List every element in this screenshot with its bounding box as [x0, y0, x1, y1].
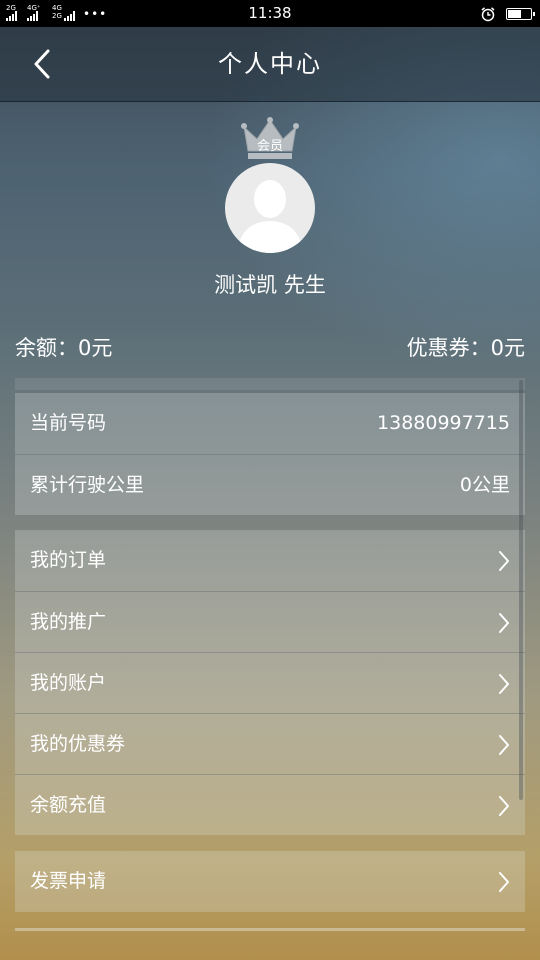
info-row-phone: 当前号码 13880997715 — [15, 393, 525, 454]
member-badge-text: 会员 — [257, 139, 283, 154]
menu-item-promotion[interactable]: 我的推广 — [15, 591, 525, 652]
chevron-right-icon — [499, 674, 509, 694]
info-row-value: 0公里 — [459, 474, 510, 496]
info-row-mileage: 累计行驶公里 0公里 — [15, 454, 525, 515]
chevron-right-icon — [499, 872, 509, 892]
chevron-right-icon — [499, 551, 509, 571]
crown-icon: 会员 — [241, 117, 299, 159]
battery-fill — [508, 9, 522, 18]
balance-text: 余额：0元 — [15, 336, 113, 360]
panel-bottom-strip — [15, 928, 525, 931]
chevron-right-icon — [499, 796, 509, 816]
user-name: 测试凯 先生 — [214, 273, 326, 297]
coupon-text: 优惠券：0元 — [406, 336, 525, 360]
panel-top-strip — [15, 378, 525, 390]
alarm-icon — [481, 6, 495, 21]
menu-item-label: 我的推广 — [30, 611, 107, 633]
avatar[interactable] — [225, 163, 315, 253]
battery-icon — [506, 7, 535, 20]
info-row-value: 13880997715 — [377, 412, 510, 434]
info-row-label: 当前号码 — [30, 412, 107, 434]
scrollbar[interactable] — [519, 380, 523, 800]
default-avatar-icon — [237, 180, 303, 253]
page-title: 个人中心 — [218, 50, 322, 78]
menu-item-label: 我的优惠券 — [30, 733, 126, 755]
menu-item-label: 我的账户 — [30, 672, 107, 694]
menu-item-label: 余额充值 — [30, 794, 107, 816]
status-time: 11:38 — [248, 4, 292, 22]
chevron-right-icon — [499, 613, 509, 633]
menu-item-label: 我的订单 — [30, 549, 107, 571]
menu-item-label: 发票申请 — [30, 870, 107, 892]
menu-item-coupons[interactable]: 我的优惠券 — [15, 713, 525, 774]
menu-panel: 我的订单 我的推广 我的账户 我的优惠券 余额充值 — [15, 530, 525, 835]
menu-item-recharge[interactable]: 余额充值 — [15, 774, 525, 835]
menu-item-invoice[interactable]: 发票申请 — [15, 851, 525, 912]
app-header: 个人中心 — [0, 27, 540, 102]
chevron-right-icon — [499, 735, 509, 755]
back-button[interactable] — [22, 44, 62, 84]
status-bar: 2G 4G⁺ 4G 2G ••• 11:38 — [0, 0, 540, 27]
menu-item-account[interactable]: 我的账户 — [15, 652, 525, 713]
menu-item-orders[interactable]: 我的订单 — [15, 530, 525, 591]
info-row-label: 累计行驶公里 — [30, 474, 145, 496]
chevron-left-icon — [34, 49, 50, 79]
info-panel: 当前号码 13880997715 累计行驶公里 0公里 — [15, 393, 525, 515]
invoice-panel: 发票申请 — [15, 851, 525, 912]
